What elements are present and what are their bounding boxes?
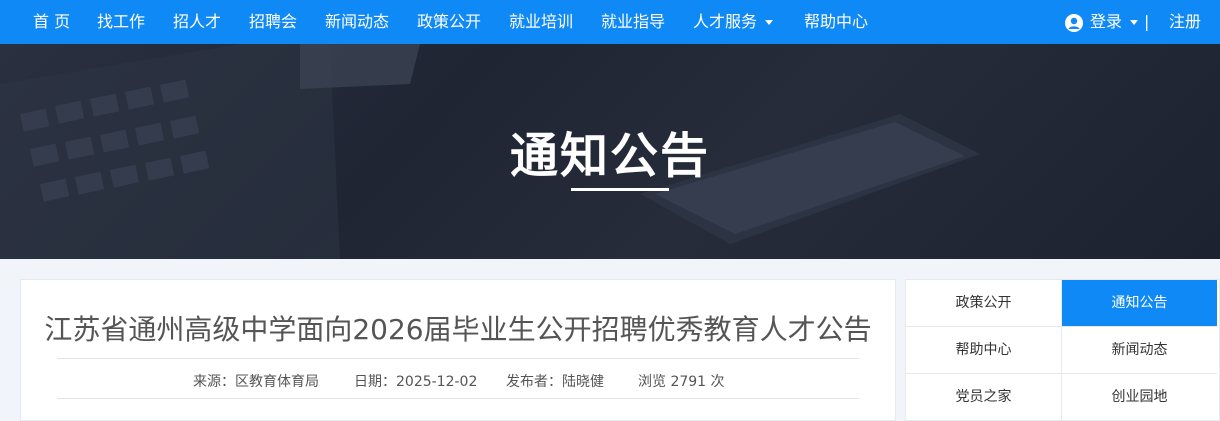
divider xyxy=(57,358,859,359)
nav-recruit-talent[interactable]: 招人才 xyxy=(173,0,221,44)
nav-separator: | xyxy=(1144,12,1150,31)
article-date: 日期：2025-12-02 xyxy=(354,374,478,390)
sidebar-item-notices[interactable]: 通知公告 xyxy=(1062,280,1217,327)
article-title: 江苏省通州高级中学面向2026届毕业生公开招聘优秀教育人才公告 xyxy=(44,313,872,346)
banner: 通知公告 xyxy=(0,44,1220,259)
banner-title: 通知公告 xyxy=(509,128,710,184)
banner-underline xyxy=(571,188,669,191)
nav-home[interactable]: 首 页 xyxy=(33,0,70,44)
sidebar-item-news[interactable]: 新闻动态 xyxy=(1062,327,1217,374)
sidebar-item-party[interactable]: 党员之家 xyxy=(906,374,1061,421)
nav-help[interactable]: 帮助中心 xyxy=(804,0,868,44)
nav-job-fair[interactable]: 招聘会 xyxy=(249,0,297,44)
nav-policy[interactable]: 政策公开 xyxy=(417,0,481,44)
login-label: 登录 xyxy=(1090,12,1123,31)
sidebar-item-help[interactable]: 帮助中心 xyxy=(906,327,1061,374)
divider xyxy=(57,398,859,399)
nav-talent-service-label: 人才服务 xyxy=(693,12,758,31)
nav-news[interactable]: 新闻动态 xyxy=(325,0,389,44)
nav-guidance[interactable]: 就业指导 xyxy=(601,0,665,44)
article-views: 浏览 2791 次 xyxy=(638,374,725,390)
article-source: 来源：区教育体育局 xyxy=(193,374,319,390)
nav-find-job[interactable]: 找工作 xyxy=(97,0,145,44)
register-link[interactable]: 注册 xyxy=(1169,0,1201,44)
caret-down-icon xyxy=(765,20,774,25)
sidebar-item-policy[interactable]: 政策公开 xyxy=(906,280,1061,327)
login-link[interactable]: 登录 xyxy=(1090,0,1139,44)
user-icon xyxy=(1065,14,1083,32)
nav-training[interactable]: 就业培训 xyxy=(509,0,573,44)
sidebar-item-startup[interactable]: 创业园地 xyxy=(1062,374,1217,421)
nav-talent-service[interactable]: 人才服务 xyxy=(693,0,774,44)
article-publisher: 发布者：陆晓健 xyxy=(506,374,604,390)
sidebar-divider xyxy=(1061,280,1062,420)
top-nav: 首 页 找工作 招人才 招聘会 新闻动态 政策公开 就业培训 就业指导 人才服务… xyxy=(0,0,1220,44)
caret-down-icon xyxy=(1130,20,1139,25)
